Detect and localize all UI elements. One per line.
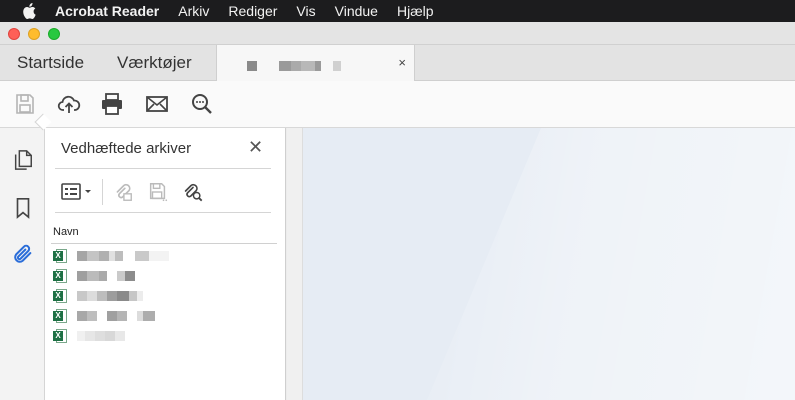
column-header-name[interactable]: Navn [51,220,277,244]
attachment-row[interactable]: X [53,266,278,286]
excel-file-icon: X [53,328,67,344]
page-thumbnails-icon[interactable] [11,148,35,172]
attachments-panel-title: Vedhæftede arkiver [61,140,192,157]
search-attachments-icon[interactable] [179,179,207,205]
tab-close-icon[interactable]: × [398,55,406,70]
redacted-filename [77,331,125,341]
excel-file-icon: X [53,288,67,304]
apple-menu-icon[interactable] [18,3,40,19]
excel-file-icon: X [53,308,67,324]
menu-arkiv[interactable]: Arkiv [178,3,209,19]
divider [55,212,271,213]
attachments-panel: Vedhæftede arkiver ✕ Navn X X X X X [45,128,286,400]
menu-hjaelp[interactable]: Hjælp [397,3,434,19]
tab-vaerktoejer[interactable]: Værktøjer [117,53,192,73]
document-background [427,128,795,400]
save-icon[interactable] [12,91,38,117]
print-icon[interactable] [99,91,125,117]
window-close-button[interactable] [8,28,20,40]
document-view-area[interactable] [287,128,795,400]
attachment-paperclip-icon[interactable] [11,242,35,266]
menu-vindue[interactable]: Vindue [335,3,378,19]
attachment-row[interactable]: X [53,286,278,306]
redacted-filename [77,271,135,281]
redacted-filename [77,251,169,261]
tab-startside[interactable]: Startside [17,53,84,73]
window-minimize-button[interactable] [28,28,40,40]
attachment-file-list: X X X X X [53,246,278,346]
open-attachment-icon[interactable] [109,179,137,205]
tab-bar: Startside Værktøjer × [0,45,795,82]
attachment-row[interactable]: X [53,246,278,266]
document-tab-title-redacted [247,61,341,71]
divider [55,168,271,169]
redacted-filename [77,311,155,321]
attachment-row[interactable]: X [53,306,278,326]
redacted-filename [77,291,143,301]
window-zoom-button[interactable] [48,28,60,40]
menu-app-name[interactable]: Acrobat Reader [55,3,159,19]
excel-file-icon: X [53,248,67,264]
upload-cloud-icon[interactable] [56,91,82,117]
tab-document[interactable]: × [216,45,415,82]
attachment-row[interactable]: X [53,326,278,346]
macos-menu-bar: Acrobat Reader Arkiv Rediger Vis Vindue … [0,0,795,22]
menu-vis[interactable]: Vis [296,3,315,19]
panel-close-icon[interactable]: ✕ [248,138,263,156]
window-titlebar [0,22,795,45]
save-attachment-icon[interactable] [144,179,172,205]
bookmark-icon[interactable] [11,196,35,220]
excel-file-icon: X [53,268,67,284]
options-menu-icon[interactable] [59,179,95,205]
panel-splitter[interactable] [287,128,303,400]
search-zoom-icon[interactable] [189,91,215,117]
main-toolbar [0,81,795,128]
left-navigation-pane [0,128,45,400]
attachments-toolbar [59,178,214,206]
divider [102,179,103,205]
email-icon[interactable] [144,91,170,117]
menu-rediger[interactable]: Rediger [228,3,277,19]
